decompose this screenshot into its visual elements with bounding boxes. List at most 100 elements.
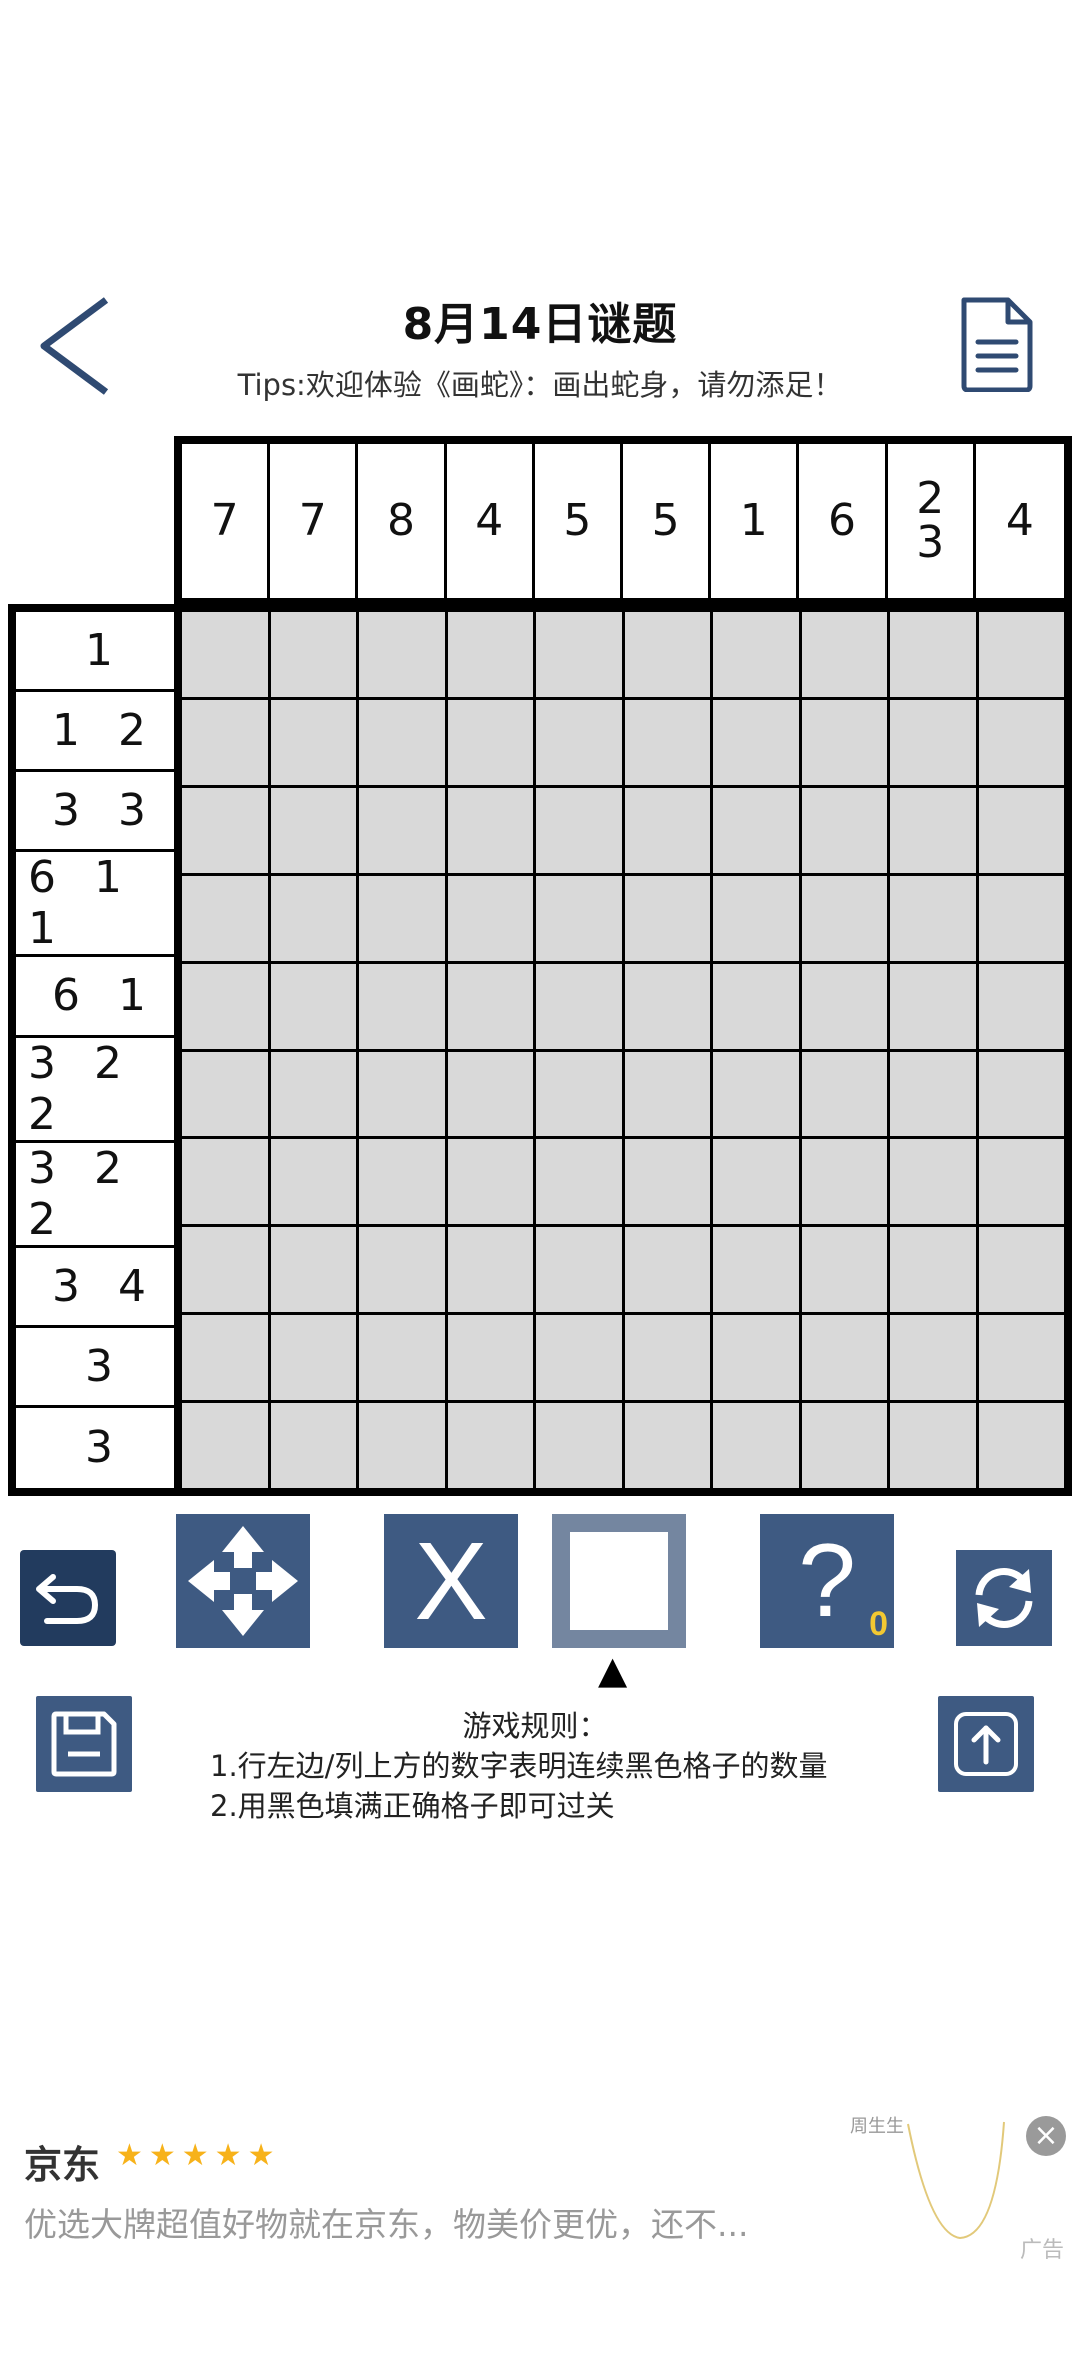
grid-cell[interactable] bbox=[447, 875, 533, 961]
grid-cell[interactable] bbox=[978, 787, 1064, 873]
grid-cell[interactable] bbox=[890, 1403, 976, 1488]
undo-button[interactable] bbox=[20, 1550, 116, 1646]
grid-cell[interactable] bbox=[978, 963, 1064, 1049]
grid-cell[interactable] bbox=[182, 1403, 268, 1488]
grid-cell[interactable] bbox=[801, 1403, 887, 1488]
grid-cell[interactable] bbox=[890, 787, 976, 873]
grid-cell[interactable] bbox=[801, 1051, 887, 1137]
grid-cell[interactable] bbox=[536, 875, 622, 961]
grid-cell[interactable] bbox=[713, 699, 799, 785]
mark-x-button[interactable]: X bbox=[384, 1514, 518, 1648]
grid-cell[interactable] bbox=[359, 1403, 445, 1488]
grid-cell[interactable] bbox=[270, 1315, 356, 1401]
grid-cell[interactable] bbox=[182, 1051, 268, 1137]
grid-cell[interactable] bbox=[270, 875, 356, 961]
grid-cell[interactable] bbox=[801, 1227, 887, 1313]
grid-cell[interactable] bbox=[801, 1315, 887, 1401]
grid-cell[interactable] bbox=[359, 1315, 445, 1401]
grid-cell[interactable] bbox=[890, 1139, 976, 1225]
grid-cell[interactable] bbox=[359, 787, 445, 873]
grid-cell[interactable] bbox=[624, 1403, 710, 1488]
hint-button[interactable]: ? 0 bbox=[760, 1514, 894, 1648]
grid-cell[interactable] bbox=[978, 875, 1064, 961]
grid-cell[interactable] bbox=[624, 963, 710, 1049]
grid-cell[interactable] bbox=[801, 787, 887, 873]
grid-cell[interactable] bbox=[447, 699, 533, 785]
grid-cell[interactable] bbox=[713, 1051, 799, 1137]
move-tool-button[interactable] bbox=[176, 1514, 310, 1648]
grid-cell[interactable] bbox=[270, 1227, 356, 1313]
grid-cell[interactable] bbox=[713, 963, 799, 1049]
grid-cell[interactable] bbox=[713, 1227, 799, 1313]
grid-cell[interactable] bbox=[447, 787, 533, 873]
grid-cell[interactable] bbox=[270, 1403, 356, 1488]
grid-cell[interactable] bbox=[536, 1227, 622, 1313]
grid-cell[interactable] bbox=[713, 1315, 799, 1401]
grid-cell[interactable] bbox=[624, 875, 710, 961]
grid-cell[interactable] bbox=[536, 1051, 622, 1137]
back-button[interactable] bbox=[36, 296, 116, 396]
grid-cell[interactable] bbox=[801, 1139, 887, 1225]
grid-cell[interactable] bbox=[624, 1315, 710, 1401]
grid-cell[interactable] bbox=[270, 612, 356, 697]
grid-cell[interactable] bbox=[978, 1403, 1064, 1488]
document-button[interactable] bbox=[958, 296, 1034, 393]
grid-cell[interactable] bbox=[359, 1051, 445, 1137]
grid-cell[interactable] bbox=[713, 787, 799, 873]
grid-cell[interactable] bbox=[624, 612, 710, 697]
grid-cell[interactable] bbox=[536, 1403, 622, 1488]
grid-cell[interactable] bbox=[270, 963, 356, 1049]
grid-cell[interactable] bbox=[182, 1315, 268, 1401]
grid-cell[interactable] bbox=[536, 787, 622, 873]
grid-cell[interactable] bbox=[801, 875, 887, 961]
grid-cell[interactable] bbox=[359, 963, 445, 1049]
restart-button[interactable] bbox=[956, 1550, 1052, 1646]
grid-cell[interactable] bbox=[447, 1139, 533, 1225]
grid-cell[interactable] bbox=[270, 1139, 356, 1225]
grid-cell[interactable] bbox=[801, 963, 887, 1049]
grid-cell[interactable] bbox=[624, 699, 710, 785]
puzzle-grid[interactable] bbox=[174, 604, 1072, 1496]
grid-cell[interactable] bbox=[713, 1139, 799, 1225]
grid-cell[interactable] bbox=[978, 699, 1064, 785]
grid-cell[interactable] bbox=[624, 1051, 710, 1137]
share-button[interactable] bbox=[938, 1696, 1034, 1792]
grid-cell[interactable] bbox=[182, 1139, 268, 1225]
grid-cell[interactable] bbox=[359, 699, 445, 785]
ad-necklace-image[interactable] bbox=[900, 2116, 1010, 2246]
grid-cell[interactable] bbox=[624, 1227, 710, 1313]
grid-cell[interactable] bbox=[890, 1051, 976, 1137]
grid-cell[interactable] bbox=[890, 699, 976, 785]
grid-cell[interactable] bbox=[890, 1315, 976, 1401]
grid-cell[interactable] bbox=[359, 612, 445, 697]
grid-cell[interactable] bbox=[359, 1139, 445, 1225]
grid-cell[interactable] bbox=[536, 1139, 622, 1225]
grid-cell[interactable] bbox=[713, 612, 799, 697]
grid-cell[interactable] bbox=[624, 1139, 710, 1225]
grid-cell[interactable] bbox=[182, 787, 268, 873]
grid-cell[interactable] bbox=[536, 612, 622, 697]
grid-cell[interactable] bbox=[890, 963, 976, 1049]
grid-cell[interactable] bbox=[536, 963, 622, 1049]
grid-cell[interactable] bbox=[447, 963, 533, 1049]
ad-text[interactable]: 优选大牌超值好物就在京东，物美价更优，还不... bbox=[24, 2198, 748, 2246]
grid-cell[interactable] bbox=[536, 1315, 622, 1401]
grid-cell[interactable] bbox=[978, 1139, 1064, 1225]
grid-cell[interactable] bbox=[978, 1315, 1064, 1401]
grid-cell[interactable] bbox=[801, 612, 887, 697]
grid-cell[interactable] bbox=[890, 612, 976, 697]
grid-cell[interactable] bbox=[890, 1227, 976, 1313]
grid-cell[interactable] bbox=[978, 612, 1064, 697]
grid-cell[interactable] bbox=[713, 1403, 799, 1488]
grid-cell[interactable] bbox=[447, 1227, 533, 1313]
grid-cell[interactable] bbox=[536, 699, 622, 785]
grid-cell[interactable] bbox=[182, 699, 268, 785]
grid-cell[interactable] bbox=[359, 875, 445, 961]
grid-cell[interactable] bbox=[447, 1051, 533, 1137]
fill-tool-button[interactable] bbox=[552, 1514, 686, 1648]
grid-cell[interactable] bbox=[801, 699, 887, 785]
grid-cell[interactable] bbox=[447, 1403, 533, 1488]
grid-cell[interactable] bbox=[270, 699, 356, 785]
grid-cell[interactable] bbox=[447, 612, 533, 697]
grid-cell[interactable] bbox=[182, 963, 268, 1049]
